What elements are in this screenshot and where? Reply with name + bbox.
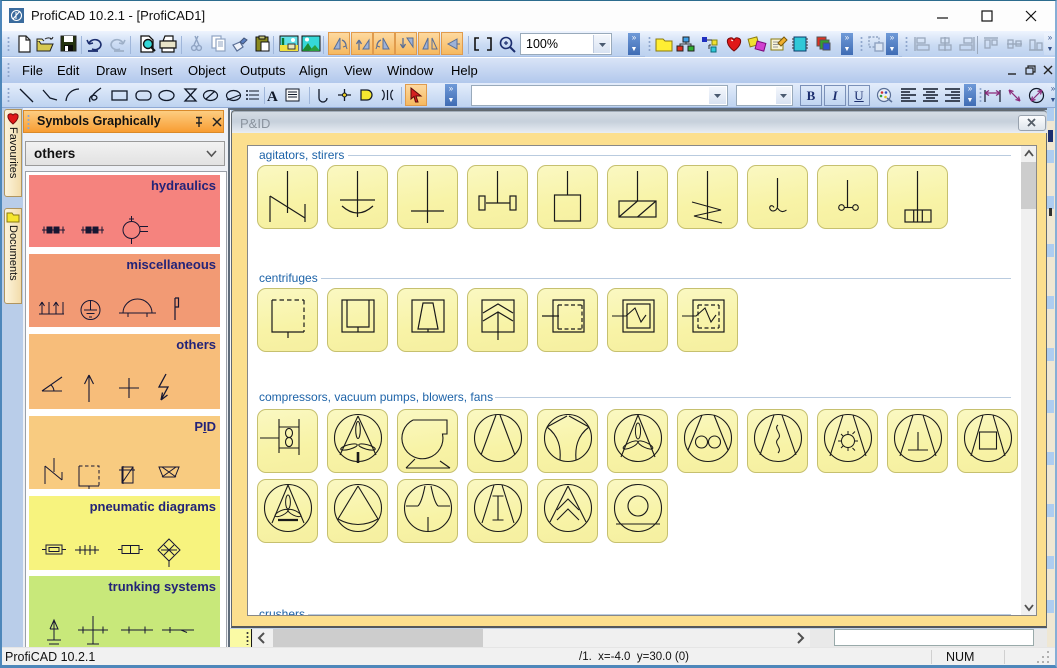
svg-text:A: A: [267, 89, 278, 104]
